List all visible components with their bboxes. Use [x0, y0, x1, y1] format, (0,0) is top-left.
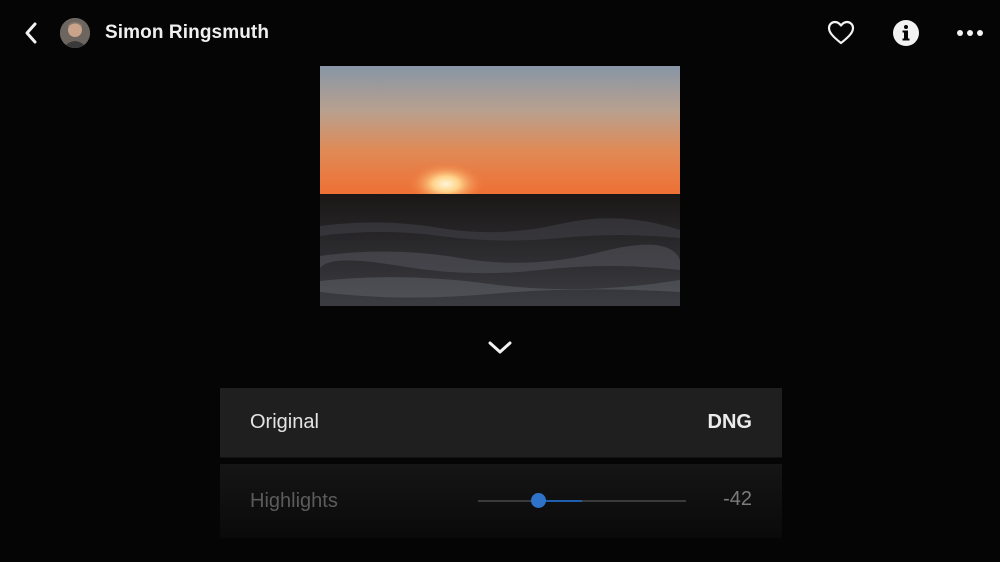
chevron-down-icon: [488, 341, 512, 354]
file-format-value: DNG: [707, 411, 752, 433]
photo-detail-view: Simon Ringsmuth Original DNG Highlights …: [0, 0, 1000, 562]
back-button[interactable]: [16, 18, 46, 48]
favorite-button[interactable]: [826, 18, 856, 48]
original-row[interactable]: Original DNG: [220, 388, 782, 458]
user-avatar-icon: [60, 18, 90, 48]
slider-thumb[interactable]: [531, 493, 547, 508]
more-icon: [957, 30, 983, 36]
expand-button[interactable]: [484, 334, 516, 362]
highlights-label: Highlights: [250, 489, 338, 512]
info-icon: [893, 20, 919, 46]
photo-preview[interactable]: [320, 66, 680, 306]
highlights-slider[interactable]: [478, 493, 686, 508]
info-button[interactable]: [891, 18, 921, 48]
highlights-value: -42: [723, 488, 752, 510]
top-bar: Simon Ringsmuth: [0, 0, 1000, 66]
highlights-row: Highlights -42: [220, 464, 782, 538]
chevron-left-icon: [25, 22, 37, 44]
heart-icon: [827, 20, 855, 45]
original-label: Original: [250, 411, 319, 433]
avatar[interactable]: [60, 18, 90, 48]
more-button[interactable]: [955, 18, 985, 48]
sunset-photo: [320, 66, 680, 306]
user-name[interactable]: Simon Ringsmuth: [105, 22, 269, 44]
